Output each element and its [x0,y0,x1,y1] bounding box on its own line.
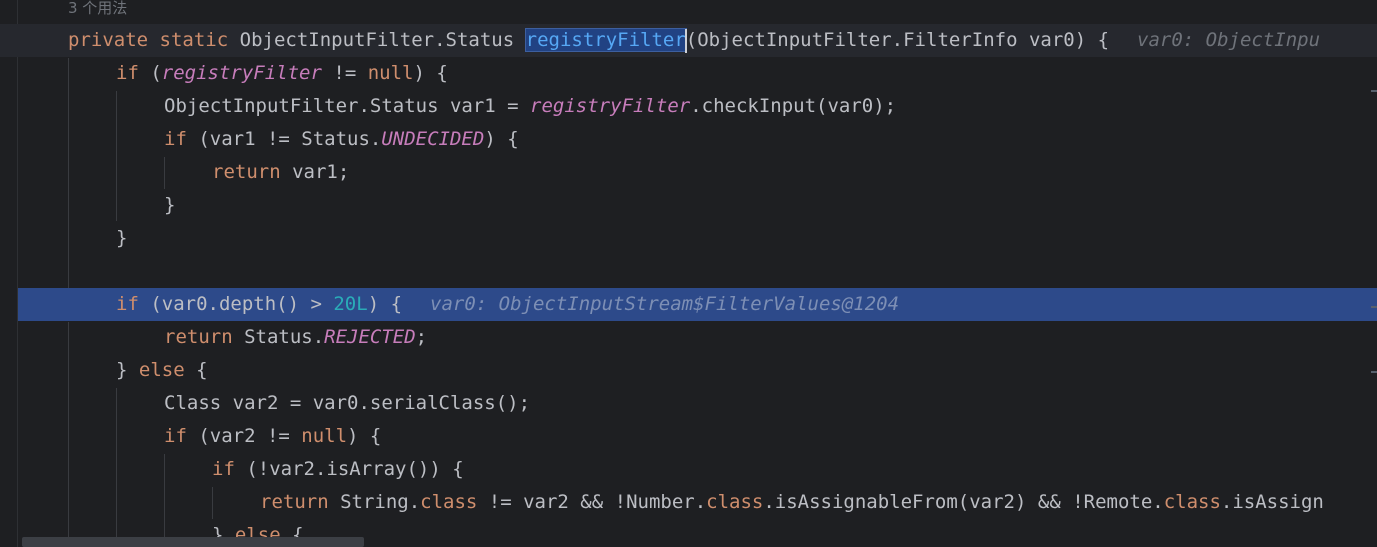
code-text: if (var1 != Status.UNDECIDED) { [164,123,519,156]
code-text: } else { [116,354,208,387]
scroll-marker[interactable] [1371,371,1377,373]
code-line[interactable]: if (var1 != Status.UNDECIDED) { [0,123,1377,156]
inlay-value-hint: var0: ObjectInpu [1137,29,1321,51]
scroll-marker[interactable] [1371,90,1377,92]
code-token: ; [415,326,428,348]
code-line[interactable]: if (!var2.isArray()) { [0,453,1377,486]
static-field: REJECTED [324,326,416,348]
keyword: if [164,425,187,447]
code-text: return var1; [212,156,349,189]
horizontal-scrollbar-thumb[interactable] [22,537,364,547]
code-line[interactable]: } else { [0,354,1377,387]
keyword: private [68,29,149,51]
execution-point-line[interactable]: if (var0.depth() > 20L) { var0: ObjectInp… [18,288,1377,321]
code-text: return String.class != var2 && !Number.c… [260,486,1324,519]
keyword: if [164,128,187,150]
code-token: ( [138,62,162,84]
code-token: != var2 && !Number. [477,491,707,513]
code-token: Status. [232,326,325,348]
keyword: class [420,491,478,513]
code-text: ObjectInputFilter.Status var1 = registry… [164,90,896,123]
keyword: return [212,161,281,183]
code-token: } [116,359,139,381]
code-line[interactable]: if (var2 != null) { [0,420,1377,453]
keyword: class [1163,491,1221,513]
code-line[interactable]: private static ObjectInputFilter.Status … [0,24,1377,57]
code-line[interactable]: ObjectInputFilter.Status var1 = registry… [0,90,1377,123]
keyword: null [367,62,414,84]
code-token: ) { [367,293,403,315]
code-text: Class var2 = var0.serialClass(); [164,392,531,414]
scroll-marker[interactable] [1371,306,1377,308]
code-token: ) { [484,128,519,150]
code-line[interactable]: return var1; [0,156,1377,189]
static-field: registryFilter [530,95,691,117]
inlay-value-hint: var0: ObjectInputStream$FilterValues@120… [430,293,900,315]
code-token: { [184,359,208,381]
code-token: ObjectInputFilter.Status var1 = [164,95,531,117]
keyword: null [301,425,348,447]
code-token: (var0.depth() > [138,293,334,315]
code-line[interactable]: } [0,222,1377,255]
keyword: static [159,29,229,51]
code-text: if (!var2.isArray()) { [212,453,464,486]
code-token: ) { [347,425,382,447]
method-name-selected[interactable]: registryFilter [524,28,687,52]
method-params: (ObjectInputFilter.FilterInfo var0) { [685,29,1110,51]
keyword: if [212,458,235,480]
code-token: var1; [280,161,350,183]
type-name: ObjectInputFilter.Status [239,29,515,51]
code-token: .checkInput(var0); [690,95,897,117]
number-literal: 20L [333,293,368,315]
usage-hint[interactable]: 3 个用法 [68,0,127,22]
code-text: } [116,227,128,249]
keyword: return [164,326,233,348]
code-token: .isAssignableFrom(var2) && !Remote. [763,491,1164,513]
code-token: .isAssign [1220,491,1324,513]
code-text: } [164,194,176,216]
code-line[interactable]: } [0,189,1377,222]
code-line[interactable]: if (registryFilter != null) { [0,57,1377,90]
keyword: return [260,491,329,513]
code-text: if (var2 != null) { [164,420,381,453]
code-text: if (registryFilter != null) { [116,57,448,90]
keyword: class [706,491,764,513]
code-text: private static ObjectInputFilter.Status … [68,24,1320,57]
code-line-blank[interactable] [0,255,1377,288]
text-caret [684,28,687,53]
code-line[interactable]: Class var2 = var0.serialClass(); [0,387,1377,420]
code-line[interactable]: return String.class != var2 && !Number.c… [0,486,1377,519]
code-token: ) { [413,62,448,84]
code-line[interactable]: return Status.REJECTED; [0,321,1377,354]
keyword: else [138,359,185,381]
code-token: (var2 != [186,425,302,447]
static-field: registryFilter [161,62,322,84]
code-text: return Status.REJECTED; [164,321,427,354]
keyword: if [116,293,139,315]
code-token: (var1 != Status. [186,128,382,150]
code-token: String. [328,491,421,513]
code-token: (!var2.isArray()) { [234,458,464,480]
code-text: if (var0.depth() > 20L) { var0: ObjectInp… [116,288,899,321]
keyword: if [116,62,139,84]
static-field: UNDECIDED [381,128,485,150]
code-token: != [321,62,368,84]
code-editor[interactable]: 3 个用法 private static ObjectInputFilter.S… [0,0,1377,547]
